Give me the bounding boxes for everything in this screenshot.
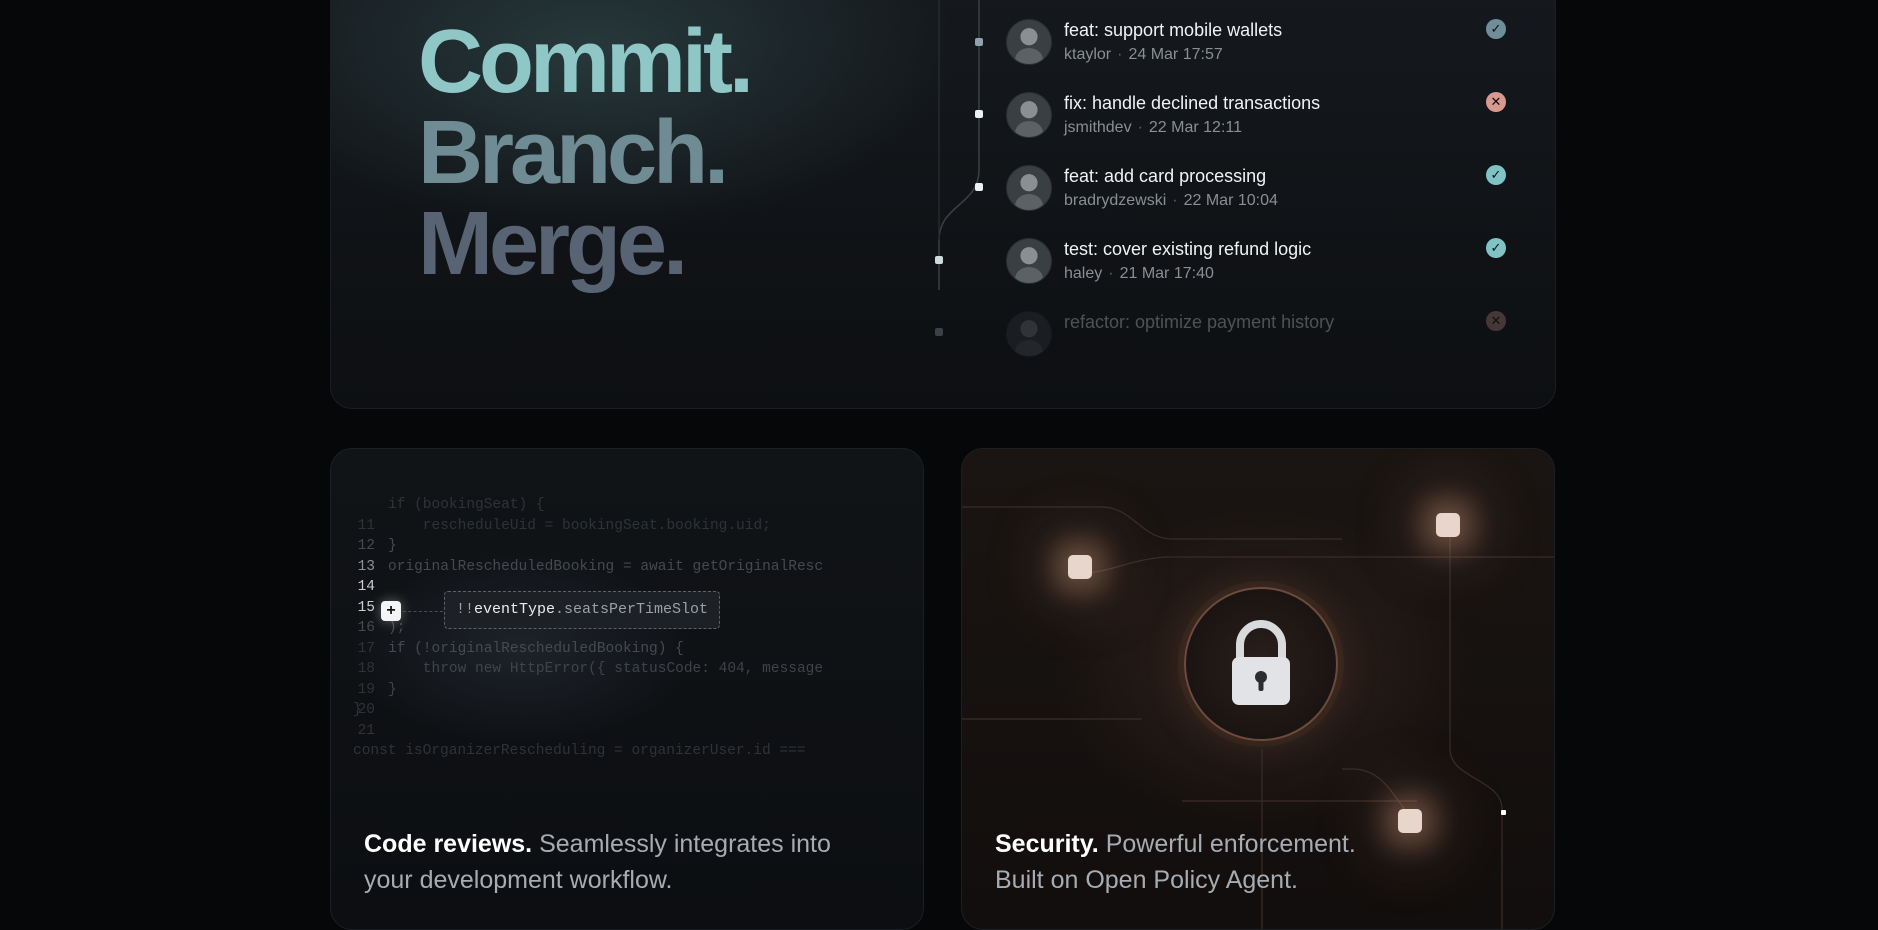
avatar: [1006, 19, 1052, 65]
lock-icon: [1232, 620, 1290, 705]
commit-meta: jsmithdev · 22 Mar 12:11: [1064, 119, 1242, 137]
caption-title: Security.: [995, 830, 1099, 858]
connector-line: [403, 611, 443, 612]
commit-author: bradrydzewski: [1064, 192, 1167, 209]
code-line: }: [353, 702, 362, 718]
avatar: [1006, 238, 1052, 284]
code-line: );: [388, 620, 406, 636]
line-number: 16: [357, 620, 375, 636]
commit-row[interactable]: feat: support mobile wallets ktaylor · 24 …: [1006, 9, 1555, 69]
meta-separator: ·: [1172, 192, 1178, 209]
check-icon: ✓: [1486, 165, 1506, 185]
commit-date: 24 Mar 17:57: [1128, 46, 1223, 63]
commit-meta: haley · 21 Mar 17:40: [1064, 265, 1214, 283]
code-line: throw new HttpError({ statusCode: 404, m…: [388, 661, 824, 677]
code-line: originalRescheduledBooking = await getOr…: [388, 558, 824, 575]
glow-node: [1068, 555, 1092, 579]
commit-message: test: cover existing refund logic: [1064, 239, 1312, 259]
line-number: 15: [357, 599, 375, 616]
line-number: 18: [357, 661, 375, 677]
caption-title: Code reviews.: [364, 830, 533, 858]
suggestion-object: eventType: [474, 601, 556, 618]
line-number: 17: [357, 640, 375, 657]
suggestion-bang: !!: [456, 601, 475, 618]
line-number: 13: [357, 558, 375, 575]
code-line: rescheduleUid = bookingSeat.booking.uid;: [388, 517, 771, 534]
code-review-card: if (bookingSeat) { 11 rescheduleUid = bo…: [330, 448, 924, 930]
signal-dot: [1501, 810, 1506, 815]
meta-separator: ·: [1108, 265, 1114, 282]
line-number: 19: [357, 681, 375, 698]
glow-node: [1436, 513, 1460, 537]
commit-date: 22 Mar 10:04: [1183, 192, 1278, 209]
commit-node: [935, 328, 943, 336]
commit-meta: ktaylor · 24 Mar 17:57: [1064, 46, 1223, 64]
line-number: 21: [357, 722, 375, 739]
check-icon: ✓: [1486, 19, 1506, 39]
commit-message: feat: support mobile wallets: [1064, 20, 1283, 40]
avatar: [1006, 311, 1052, 357]
x-icon: ✕: [1486, 311, 1506, 331]
suggestion-property: .seatsPerTimeSlot: [555, 601, 709, 618]
headline-commit: Commit.: [418, 12, 754, 112]
commit-message: refactor: optimize payment history: [1064, 312, 1335, 332]
add-comment-button[interactable]: +: [381, 601, 401, 621]
headline-merge: Merge.: [418, 194, 688, 294]
security-caption: Security. Powerful enforcement. Built on…: [995, 826, 1395, 898]
commit-node: [935, 256, 943, 264]
commit-meta: bradrydzewski · 22 Mar 10:04: [1064, 192, 1278, 210]
glow-node: [1398, 809, 1422, 833]
commit-node: [975, 38, 983, 46]
check-icon: ✓: [1486, 238, 1506, 258]
security-card: Security. Powerful enforcement. Built on…: [961, 448, 1555, 930]
hero-panel: Commit. Branch. Merge. feat: support mob…: [330, 0, 1556, 409]
commit-row[interactable]: test: cover existing refund logic haley ·…: [1006, 228, 1555, 288]
meta-separator: ·: [1117, 46, 1123, 63]
meta-separator: ·: [1137, 119, 1143, 136]
code-snippet: if (bookingSeat) { 11 rescheduleUid = bo…: [331, 495, 823, 803]
code-line: }: [388, 681, 397, 698]
code-line: }: [388, 538, 397, 554]
line-number: 11: [357, 517, 375, 534]
commit-row[interactable]: feat: add card processing bradrydzewski ·…: [1006, 155, 1555, 215]
code-line: if (!originalRescheduledBooking) {: [388, 640, 684, 657]
avatar: [1006, 165, 1052, 211]
code-line: if (bookingSeat) {: [388, 497, 545, 513]
commit-date: 22 Mar 12:11: [1148, 119, 1242, 136]
commit-node: [975, 110, 983, 118]
commit-node: [975, 183, 983, 191]
avatar: [1006, 92, 1052, 138]
x-icon: ✕: [1486, 92, 1506, 112]
commit-author: ktaylor: [1064, 46, 1112, 63]
commit-message: fix: handle declined transactions: [1064, 93, 1321, 113]
line-number: 12: [357, 538, 375, 554]
line-number: 14: [357, 579, 375, 595]
code-suggestion[interactable]: !!eventType.seatsPerTimeSlot: [444, 591, 721, 629]
commit-author: jsmithdev: [1064, 119, 1132, 136]
headline-branch: Branch.: [418, 103, 729, 203]
commit-message: feat: add card processing: [1064, 166, 1267, 186]
code-review-caption: Code reviews. Seamlessly integrates into…: [364, 826, 834, 898]
hero-headline: Commit. Branch. Merge.: [418, 12, 754, 294]
commit-date: 21 Mar 17:40: [1119, 265, 1214, 282]
commit-row[interactable]: fix: handle declined transactions jsmith…: [1006, 82, 1555, 142]
code-line: const isOrganizerRescheduling = organize…: [353, 743, 806, 759]
commit-author: haley: [1064, 265, 1103, 282]
lock-badge: [1184, 587, 1338, 741]
commit-row[interactable]: refactor: optimize payment history ✕: [1006, 301, 1555, 361]
